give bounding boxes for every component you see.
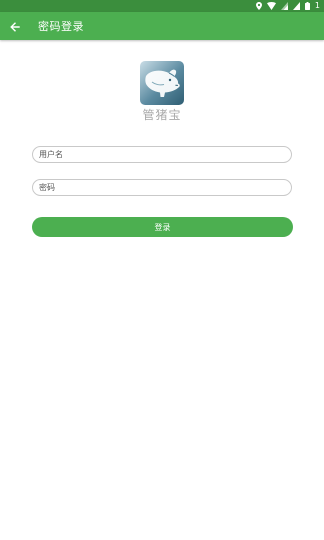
signal-icon (280, 2, 288, 10)
username-input[interactable] (32, 146, 292, 163)
app-name: 管猪宝 (142, 108, 182, 122)
app-logo (140, 61, 184, 105)
wifi-icon (266, 2, 276, 10)
login-screen: 1 密码登录 管猪宝 登录 (0, 0, 324, 540)
login-button[interactable]: 登录 (32, 217, 293, 237)
battery-icon (304, 2, 310, 10)
back-button[interactable] (1, 12, 29, 40)
arrow-left-icon (10, 17, 20, 36)
location-icon (255, 2, 262, 10)
battery-level-text: 1 (314, 1, 320, 10)
password-input[interactable] (32, 179, 292, 196)
app-bar: 密码登录 (0, 12, 324, 40)
pig-logo-icon (140, 69, 184, 105)
signal-icon (292, 2, 300, 10)
status-bar: 1 (0, 0, 324, 12)
page-title: 密码登录 (38, 20, 84, 33)
